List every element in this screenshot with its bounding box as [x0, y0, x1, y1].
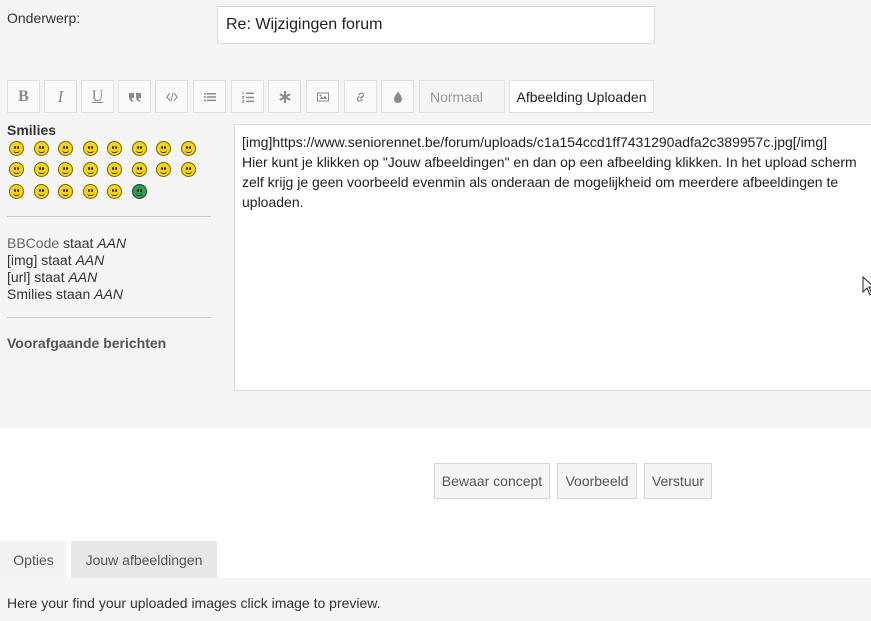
- message-editor[interactable]: [img]https://www.seniorennet.be/forum/up…: [234, 124, 871, 391]
- underline-icon: U: [91, 87, 104, 105]
- bbcode-status: BBCode staat AAN [img] staat AAN [url] s…: [7, 235, 126, 303]
- link-button[interactable]: [344, 80, 377, 113]
- img-state: AAN: [75, 252, 105, 268]
- smiley-icon[interactable]: [83, 162, 98, 177]
- smiley-icon[interactable]: [9, 141, 24, 156]
- url-text: [url] staat: [7, 269, 69, 285]
- smilies-line: Smilies staan AAN: [7, 286, 126, 303]
- smiley-icon[interactable]: [83, 184, 98, 199]
- sidebar-divider: [7, 317, 211, 318]
- bbcode-line: BBCode staat AAN: [7, 235, 126, 252]
- italic-button[interactable]: I: [44, 80, 77, 113]
- smilies-state: AAN: [94, 286, 123, 302]
- image-icon: [316, 92, 329, 101]
- numbered-list-icon: [241, 91, 254, 103]
- smiley-icon[interactable]: [107, 141, 122, 156]
- images-panel: Here your find your uploaded images clic…: [0, 578, 871, 621]
- tab-your-images[interactable]: Jouw afbeeldingen: [71, 541, 217, 578]
- smiley-icon[interactable]: [156, 141, 171, 156]
- img-text: [img] staat: [7, 252, 76, 268]
- mouse-cursor-icon: [862, 276, 871, 296]
- asterisk-icon: [278, 90, 291, 103]
- list-item-button[interactable]: [268, 80, 301, 113]
- subject-input[interactable]: [217, 6, 655, 44]
- upload-image-button[interactable]: Afbeelding Uploaden: [509, 80, 654, 113]
- preview-button[interactable]: Voorbeeld: [557, 463, 637, 499]
- smiley-icon[interactable]: [132, 141, 147, 156]
- subject-label: Onderwerp:: [7, 10, 81, 26]
- smiley-icon[interactable]: [156, 162, 171, 177]
- smiley-icon[interactable]: [9, 184, 24, 199]
- bold-button[interactable]: B: [7, 80, 40, 113]
- editor-sidebar: Smilies: [7, 122, 211, 138]
- smiley-icon[interactable]: [34, 184, 49, 199]
- bbcode-state: AAN: [97, 235, 127, 251]
- tab-options[interactable]: Opties: [0, 541, 67, 578]
- bullet-list-button[interactable]: [193, 80, 226, 113]
- smiley-icon[interactable]: [107, 184, 122, 199]
- save-draft-button[interactable]: Bewaar concept: [434, 463, 550, 499]
- smiley-icon[interactable]: [9, 162, 24, 177]
- smiley-icon[interactable]: [181, 141, 196, 156]
- bbcode-text: staat: [59, 235, 98, 251]
- smiley-icon[interactable]: [58, 141, 73, 156]
- url-line: [url] staat AAN: [7, 269, 126, 286]
- quote-button[interactable]: [118, 80, 151, 113]
- quote-icon: [128, 92, 141, 102]
- font-size-select[interactable]: Normaal: [419, 80, 505, 113]
- smiley-icon[interactable]: [34, 162, 49, 177]
- smiley-icon[interactable]: [132, 184, 147, 199]
- submit-button[interactable]: Verstuur: [644, 463, 712, 499]
- image-button[interactable]: [306, 80, 339, 113]
- smiley-icon[interactable]: [132, 162, 147, 177]
- smiley-icon[interactable]: [181, 162, 196, 177]
- smilies-title: Smilies: [7, 122, 57, 138]
- url-state: AAN: [68, 269, 98, 285]
- list-icon: [203, 92, 216, 101]
- numbered-list-button[interactable]: [231, 80, 264, 113]
- smiley-icon[interactable]: [34, 141, 49, 156]
- smiley-icon[interactable]: [107, 162, 122, 177]
- bold-icon: B: [18, 87, 29, 105]
- img-line: [img] staat AAN: [7, 252, 126, 269]
- smilies-text: Smilies staan: [7, 286, 95, 302]
- post-form-panel: Onderwerp: B I U: [0, 0, 871, 428]
- link-icon: [356, 92, 364, 102]
- code-button[interactable]: [155, 80, 188, 113]
- smiley-icon[interactable]: [58, 162, 73, 177]
- code-icon: [165, 92, 178, 102]
- underline-button[interactable]: U: [81, 80, 114, 113]
- color-button[interactable]: [381, 80, 414, 113]
- images-help-text: Here your find your uploaded images clic…: [7, 595, 381, 611]
- droplet-icon: [393, 91, 402, 103]
- smiley-icon[interactable]: [83, 141, 98, 156]
- smiley-icon[interactable]: [58, 184, 73, 199]
- italic-icon: I: [57, 86, 64, 106]
- previous-posts-link[interactable]: Voorafgaande berichten: [7, 335, 166, 351]
- sidebar-divider: [7, 216, 211, 217]
- bbcode-link[interactable]: BBCode: [7, 235, 59, 251]
